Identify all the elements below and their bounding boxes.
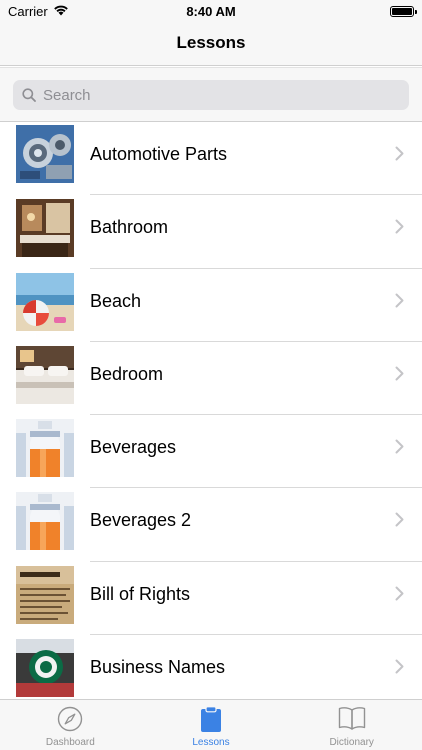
search-area	[0, 67, 422, 122]
lesson-label: Bedroom	[90, 363, 164, 384]
search-icon	[22, 88, 36, 102]
tab-label: Dictionary	[329, 737, 374, 748]
lesson-label: Bathroom	[90, 217, 169, 238]
chevron-right-icon	[395, 512, 404, 527]
clipboard-icon	[201, 706, 221, 732]
list-item[interactable]: Automotive Parts	[0, 122, 422, 196]
list-item[interactable]: Beach	[0, 268, 422, 343]
list-item[interactable]: Business Names	[0, 635, 422, 699]
chevron-right-icon	[395, 659, 404, 674]
compass-icon	[58, 706, 83, 732]
status-time: 8:40 AM	[186, 4, 236, 19]
navigation-bar: Lessons	[0, 22, 422, 66]
bedroom-thumbnail	[16, 345, 74, 404]
list-item[interactable]: Bill of Rights	[0, 561, 422, 636]
list-item[interactable]: Beverages 2	[0, 488, 422, 563]
beach-thumbnail	[16, 272, 74, 331]
chevron-right-icon	[395, 146, 404, 161]
bathroom-thumbnail	[16, 199, 74, 258]
tab-dictionary[interactable]: Dictionary	[281, 700, 422, 750]
chevron-right-icon	[395, 293, 404, 308]
chevron-right-icon	[395, 366, 404, 381]
tab-lessons[interactable]: Lessons	[141, 700, 282, 750]
search-box[interactable]	[13, 80, 409, 110]
chevron-right-icon	[395, 439, 404, 454]
list-item[interactable]: Bedroom	[0, 341, 422, 416]
lesson-label: Beverages 2	[90, 510, 192, 531]
lesson-label: Automotive Parts	[90, 144, 228, 164]
page-title: Lessons	[176, 33, 246, 52]
beverages-thumbnail	[16, 419, 74, 478]
chevron-right-icon	[395, 219, 404, 234]
lesson-list: Automotive Parts Bathroom Beach Bedroom …	[0, 122, 422, 699]
chevron-right-icon	[395, 586, 404, 601]
status-bar: Carrier 8:40 AM	[0, 0, 422, 22]
book-icon	[338, 707, 365, 730]
lesson-label: Beverages	[90, 437, 177, 458]
lesson-label: Business Names	[90, 657, 226, 678]
lesson-label: Beach	[90, 290, 142, 311]
beverages-2-thumbnail	[16, 492, 74, 551]
battery-icon	[390, 6, 417, 17]
tab-dashboard[interactable]: Dashboard	[0, 700, 141, 750]
list-item[interactable]: Beverages	[0, 415, 422, 489]
bill-of-rights-thumbnail	[16, 565, 74, 624]
list-item[interactable]: Bathroom	[0, 195, 422, 269]
lesson-label: Bill of Rights	[90, 583, 191, 604]
search-input[interactable]	[43, 80, 403, 110]
automotive-parts-thumbnail	[16, 125, 74, 183]
tab-label: Lessons	[192, 737, 230, 748]
tab-label: Dashboard	[45, 737, 95, 748]
business-names-thumbnail	[16, 639, 74, 698]
tab-bar: Dashboard Lessons Dictionary	[0, 699, 422, 750]
